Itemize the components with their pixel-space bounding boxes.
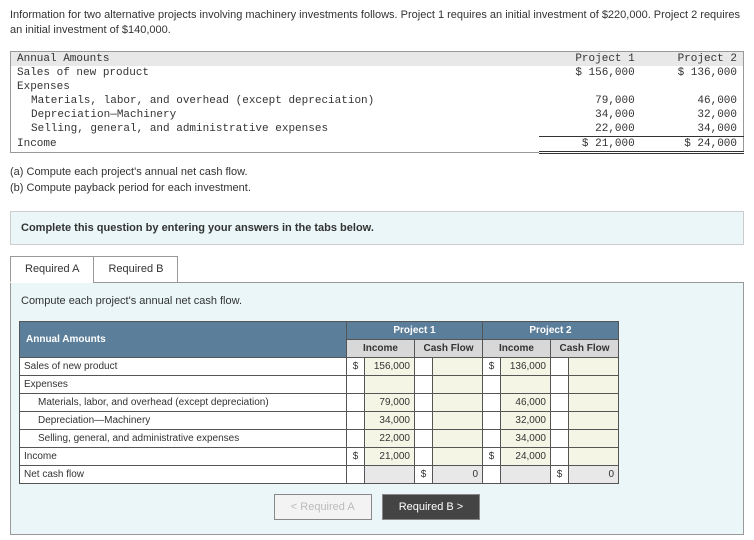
calc-row: Selling, general, and administrative exp… [20, 429, 619, 447]
calc-input-income2[interactable]: 136,000 [501, 357, 551, 375]
annual-amounts-table: Annual Amounts Project 1 Project 2 Sales… [10, 51, 744, 154]
calc-row: Depreciation—Machinery 34,000 32,000 [20, 411, 619, 429]
calc-input-cf1[interactable] [433, 393, 483, 411]
calc-label: Depreciation—Machinery [20, 411, 347, 429]
calc-input-cf1[interactable] [433, 357, 483, 375]
calc-input-cf1[interactable] [433, 447, 483, 465]
panel-subtitle: Compute each project's annual net cash f… [19, 291, 735, 315]
intro-text: Information for two alternative projects… [0, 0, 754, 47]
calc-input-income1[interactable]: 79,000 [365, 393, 415, 411]
calc-cur: $ [551, 465, 569, 483]
tab-panel-a: Compute each project's annual net cash f… [10, 282, 744, 535]
calc-input-income1[interactable] [365, 375, 415, 393]
calc-label: Net cash flow [20, 465, 347, 483]
calc-row: Materials, labor, and overhead (except d… [20, 393, 619, 411]
row-p2 [641, 80, 744, 94]
row-p2: 34,000 [641, 122, 744, 137]
calc-ro-income2 [501, 465, 551, 483]
question-b: (b) Compute payback period for each inve… [10, 180, 744, 197]
calc-cur: $ [347, 447, 365, 465]
row-p2: $ 24,000 [641, 136, 744, 152]
calc-label: Income [20, 447, 347, 465]
calc-row: Expenses [20, 375, 619, 393]
next-required-b-button[interactable]: Required B > [382, 494, 481, 520]
calc-hdr-cf2: Cash Flow [551, 339, 619, 357]
row-p1: 34,000 [539, 108, 641, 122]
row-label: Selling, general, and administrative exp… [11, 122, 539, 137]
calc-input-income1[interactable]: 34,000 [365, 411, 415, 429]
calc-row: Net cash flow $0 $0 [20, 465, 619, 483]
prev-required-a-button: < Required A [274, 494, 372, 520]
calc-cur: $ [415, 465, 433, 483]
row-label: Income [11, 136, 539, 152]
calc-hdr-cf1: Cash Flow [415, 339, 483, 357]
calc-ro-cf2: 0 [569, 465, 619, 483]
instruction-text: Complete this question by entering your … [21, 222, 374, 234]
instruction-box: Complete this question by entering your … [10, 211, 744, 245]
hdr-p2: Project 2 [641, 51, 744, 66]
calc-row: Sales of new product $156,000 $136,000 [20, 357, 619, 375]
calc-cur: $ [483, 357, 501, 375]
calc-input-cf2[interactable] [569, 447, 619, 465]
questions-block: (a) Compute each project's annual net ca… [0, 158, 754, 203]
calc-input-income1[interactable]: 156,000 [365, 357, 415, 375]
row-p2: 46,000 [641, 94, 744, 108]
tab-required-a[interactable]: Required A [10, 256, 94, 283]
question-a: (a) Compute each project's annual net ca… [10, 164, 744, 181]
calc-hdr-income2: Income [483, 339, 551, 357]
calc-input-income2[interactable]: 24,000 [501, 447, 551, 465]
row-label: Materials, labor, and overhead (except d… [11, 94, 539, 108]
calc-label: Sales of new product [20, 357, 347, 375]
calc-input-income2[interactable]: 32,000 [501, 411, 551, 429]
calc-input-cf1[interactable] [433, 429, 483, 447]
calc-ro-cf1: 0 [433, 465, 483, 483]
calc-cur [551, 357, 569, 375]
calc-label: Expenses [20, 375, 347, 393]
row-p2: $ 136,000 [641, 66, 744, 80]
row-p1: $ 156,000 [539, 66, 641, 80]
calc-row: Income $21,000 $24,000 [20, 447, 619, 465]
tabs: Required A Required B [10, 255, 744, 282]
calc-input-income2[interactable]: 46,000 [501, 393, 551, 411]
calc-hdr-p1: Project 1 [347, 321, 483, 339]
row-label: Sales of new product [11, 66, 539, 80]
tab-required-b[interactable]: Required B [93, 256, 178, 283]
calc-input-income1[interactable]: 21,000 [365, 447, 415, 465]
hdr-annual: Annual Amounts [11, 51, 539, 66]
row-p1: $ 21,000 [539, 136, 641, 152]
calc-table: Annual Amounts Project 1 Project 2 Incom… [19, 321, 619, 484]
calc-input-cf2[interactable] [569, 375, 619, 393]
row-p1 [539, 80, 641, 94]
calc-cur: $ [347, 357, 365, 375]
calc-cur: $ [483, 447, 501, 465]
calc-input-cf2[interactable] [569, 357, 619, 375]
calc-input-income2[interactable] [501, 375, 551, 393]
calc-input-cf1[interactable] [433, 411, 483, 429]
calc-cur [415, 357, 433, 375]
calc-input-income2[interactable]: 34,000 [501, 429, 551, 447]
calc-input-cf1[interactable] [433, 375, 483, 393]
calc-input-cf2[interactable] [569, 429, 619, 447]
calc-hdr-income1: Income [347, 339, 415, 357]
hdr-p1: Project 1 [539, 51, 641, 66]
calc-input-income1[interactable]: 22,000 [365, 429, 415, 447]
row-label: Depreciation—Machinery [11, 108, 539, 122]
calc-input-cf2[interactable] [569, 393, 619, 411]
row-p2: 32,000 [641, 108, 744, 122]
row-p1: 79,000 [539, 94, 641, 108]
row-label: Expenses [11, 80, 539, 94]
calc-ro-income1 [365, 465, 415, 483]
calc-input-cf2[interactable] [569, 411, 619, 429]
row-p1: 22,000 [539, 122, 641, 137]
calc-label: Selling, general, and administrative exp… [20, 429, 347, 447]
calc-hdr-p2: Project 2 [483, 321, 619, 339]
calc-hdr-annual: Annual Amounts [20, 321, 347, 357]
calc-label: Materials, labor, and overhead (except d… [20, 393, 347, 411]
